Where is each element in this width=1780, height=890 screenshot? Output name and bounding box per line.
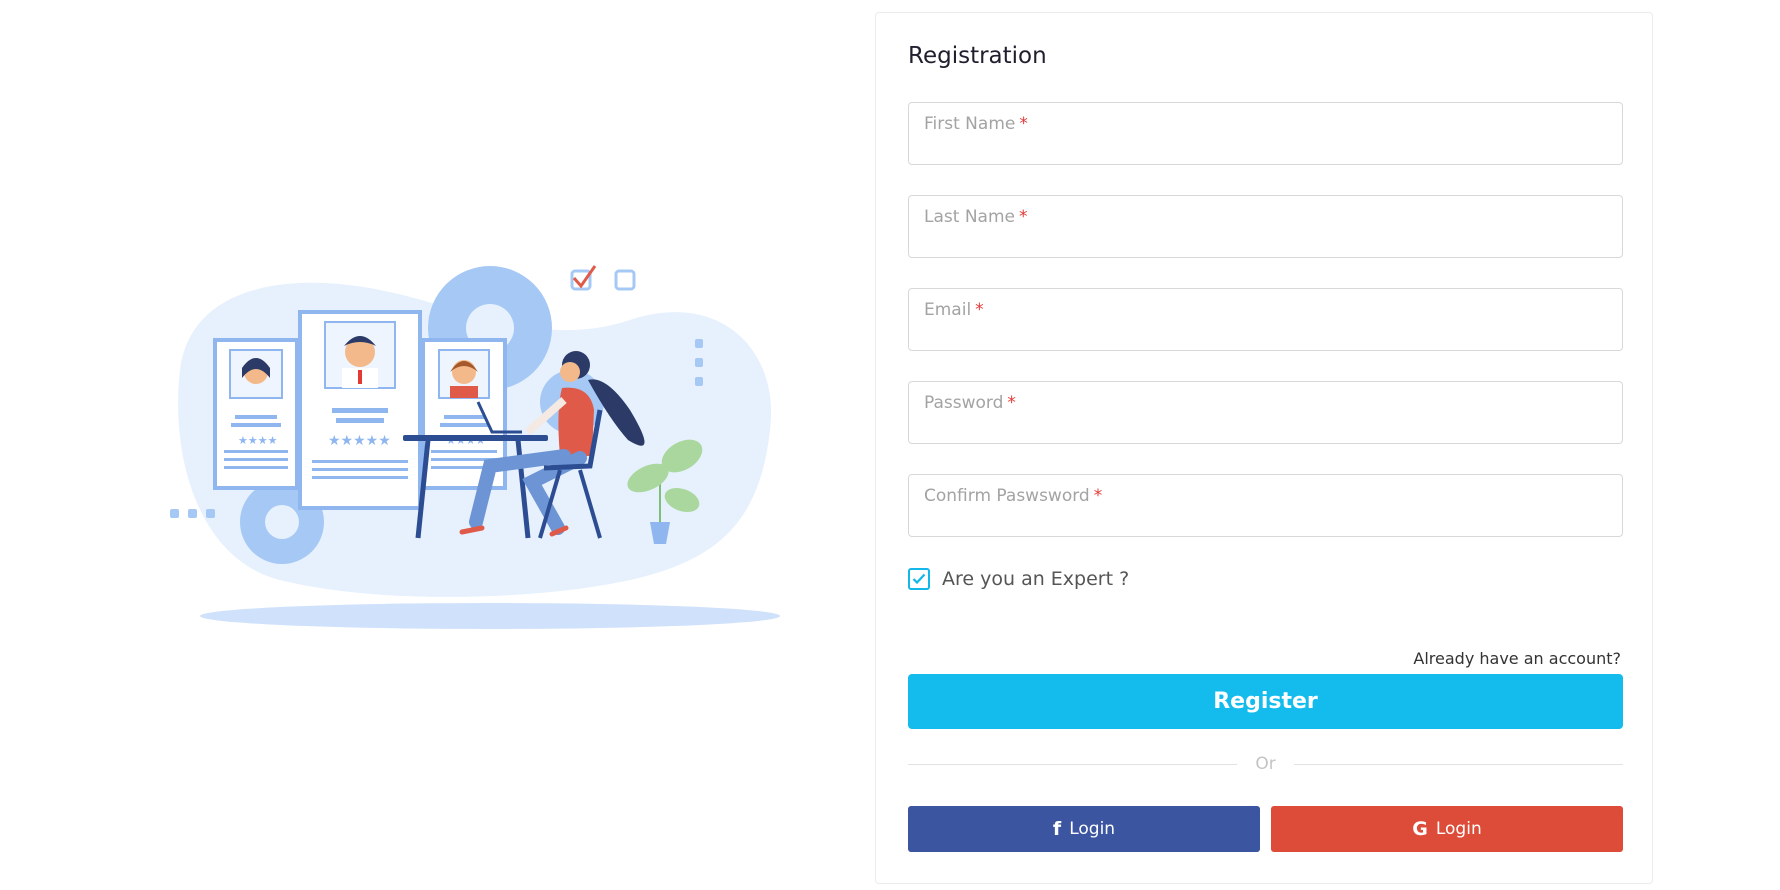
registration-illustration: ★★★★ ★★★★★ ★★★★ bbox=[170, 265, 780, 629]
required-marker: * bbox=[1019, 114, 1028, 134]
first-name-field[interactable]: First Name * bbox=[908, 102, 1623, 165]
registration-page: ★★★★ ★★★★★ ★★★★ bbox=[0, 0, 1780, 890]
or-divider: Or bbox=[908, 754, 1623, 774]
svg-text:★★★★: ★★★★ bbox=[238, 434, 278, 447]
facebook-login-button[interactable]: f Login bbox=[908, 806, 1260, 852]
svg-text:★★★★★: ★★★★★ bbox=[328, 433, 391, 449]
email-input[interactable] bbox=[923, 320, 1608, 344]
first-name-label: First Name bbox=[924, 114, 1016, 134]
expert-checkbox-row[interactable]: Are you an Expert ? bbox=[908, 568, 1129, 590]
facebook-login-label: Login bbox=[1069, 819, 1116, 839]
registration-card: Registration First Name * Last Name * Emai… bbox=[875, 12, 1653, 884]
checkmark-icon bbox=[912, 573, 926, 585]
confirm-password-field[interactable]: Confirm Paswsword * bbox=[908, 474, 1623, 537]
required-marker: * bbox=[1007, 393, 1016, 413]
register-button[interactable]: Register bbox=[908, 674, 1623, 729]
login-link[interactable]: Already have an account? bbox=[1413, 649, 1621, 668]
email-field[interactable]: Email * bbox=[908, 288, 1623, 351]
last-name-label: Last Name bbox=[924, 207, 1015, 227]
required-marker: * bbox=[1093, 486, 1103, 506]
password-label: Password bbox=[924, 393, 1004, 413]
password-field[interactable]: Password * bbox=[908, 381, 1623, 444]
confirm-password-input[interactable] bbox=[923, 506, 1608, 530]
password-input[interactable] bbox=[923, 413, 1608, 437]
required-marker: * bbox=[975, 300, 984, 320]
confirm-password-label: Confirm Paswsword bbox=[924, 486, 1090, 506]
divider-line bbox=[1293, 763, 1623, 765]
or-text: Or bbox=[1255, 754, 1276, 774]
google-login-label: Login bbox=[1435, 819, 1482, 839]
email-label: Email bbox=[924, 300, 972, 320]
google-login-button[interactable]: G Login bbox=[1271, 806, 1623, 852]
facebook-icon: f bbox=[1052, 818, 1062, 840]
last-name-input[interactable] bbox=[923, 227, 1608, 251]
last-name-field[interactable]: Last Name * bbox=[908, 195, 1623, 258]
expert-checkbox-label: Are you an Expert ? bbox=[942, 568, 1130, 590]
google-icon: G bbox=[1412, 818, 1428, 840]
form-title: Registration bbox=[908, 43, 1047, 69]
divider-line bbox=[908, 763, 1238, 765]
required-marker: * bbox=[1018, 207, 1028, 227]
expert-checkbox[interactable] bbox=[908, 568, 930, 590]
first-name-input[interactable] bbox=[923, 134, 1608, 158]
